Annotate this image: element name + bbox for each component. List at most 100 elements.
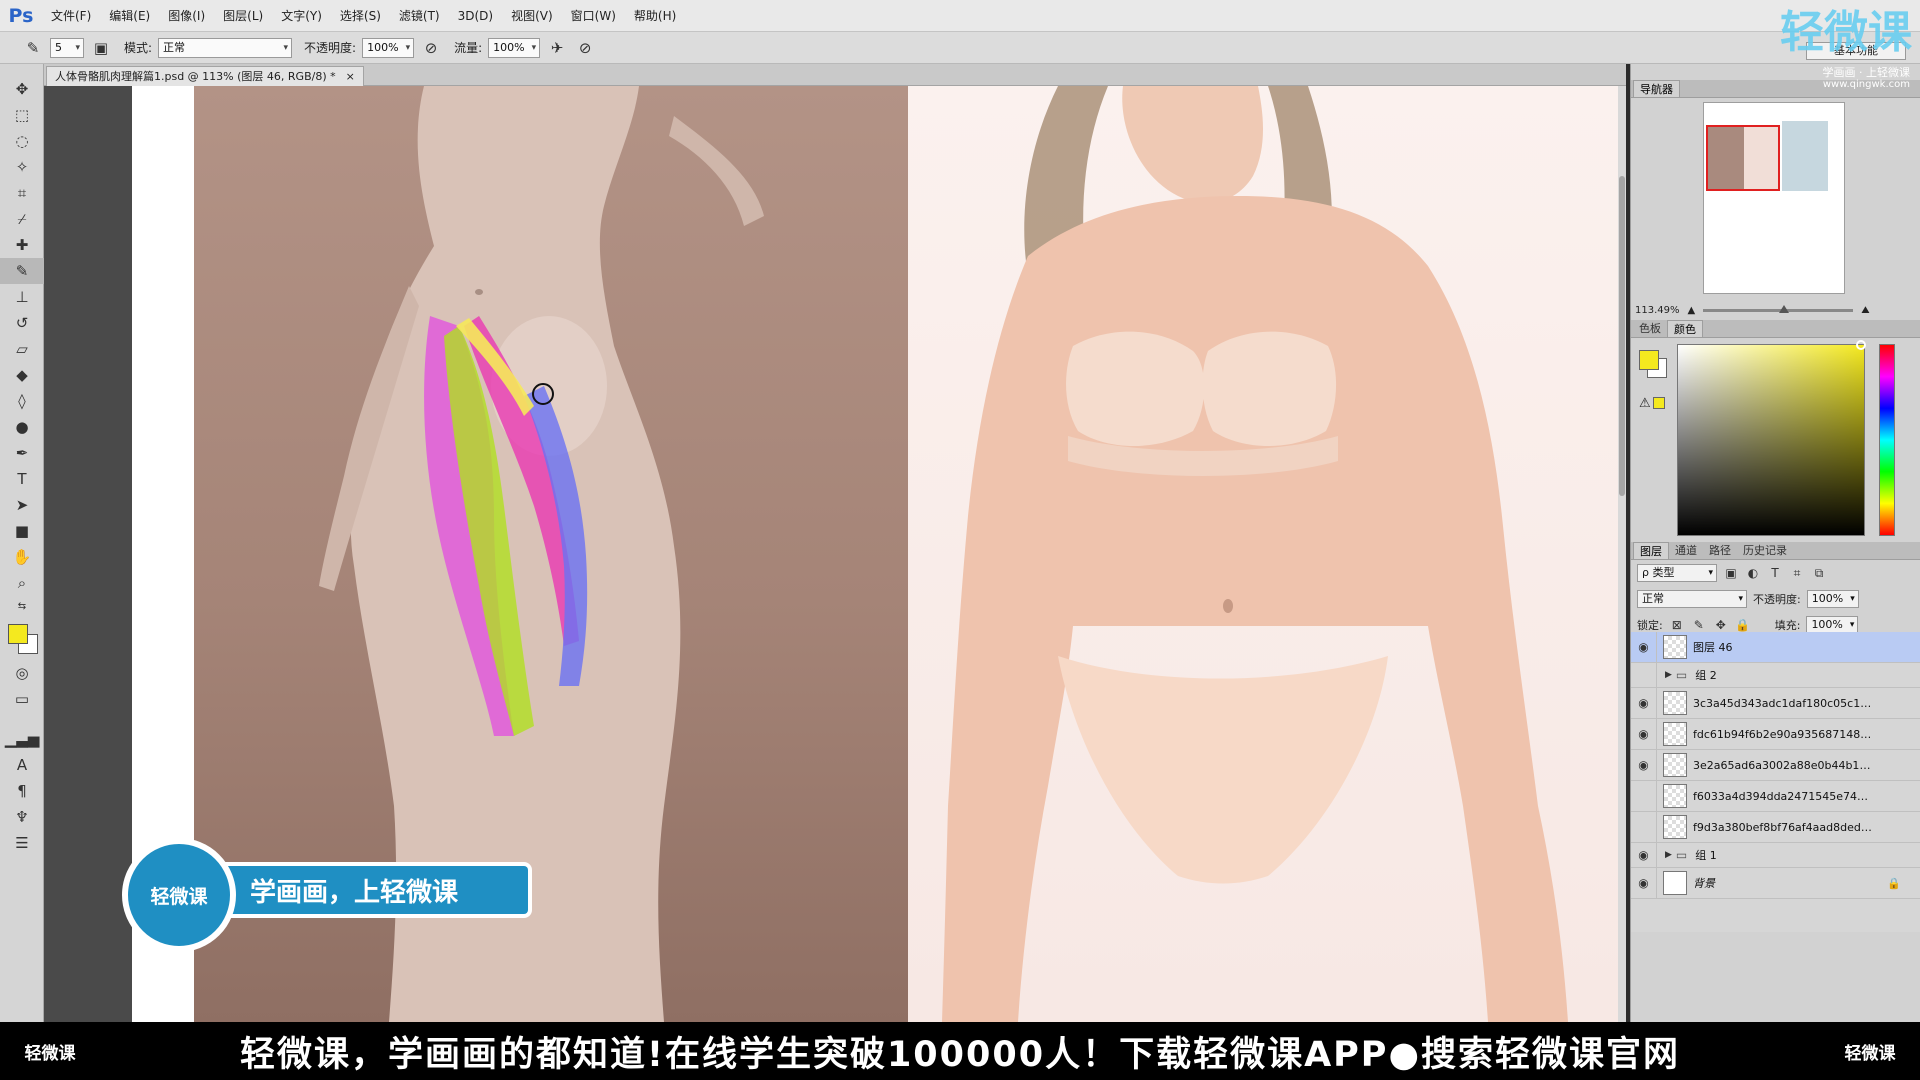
zoom-tool-icon[interactable]: ⌕	[0, 570, 44, 596]
eyedropper-tool-icon[interactable]: ⌿	[0, 206, 44, 232]
lasso-tool-icon[interactable]: ◌	[0, 128, 44, 154]
menu-3d[interactable]: 3D(D)	[449, 0, 502, 32]
layer-row[interactable]: ◉ fdc61b94f6b2e90a935687148186c...	[1631, 719, 1920, 750]
layer-row[interactable]: ◉ 图层 46	[1631, 632, 1920, 663]
navigator-view-box[interactable]	[1706, 125, 1780, 191]
warning-icon[interactable]: ⚠	[1639, 396, 1651, 411]
layer-group-row[interactable]: ◉ ▶ ▭ 组 1	[1631, 843, 1920, 868]
layer-group-row[interactable]: ▶ ▭ 组 2	[1631, 663, 1920, 688]
color-picker-ring[interactable]	[1856, 340, 1866, 350]
quick-select-tool-icon[interactable]: ✧	[0, 154, 44, 180]
zoom-out-icon[interactable]: ▲	[1688, 305, 1696, 316]
menu-help[interactable]: 帮助(H)	[625, 0, 685, 32]
tool-presets-panel-icon[interactable]: ☰	[0, 830, 44, 856]
opacity-input[interactable]: 100%	[362, 37, 415, 58]
canvas-scrollbar-thumb[interactable]	[1619, 176, 1625, 496]
visibility-eye-icon[interactable]: ◉	[1631, 719, 1657, 749]
visibility-empty-icon[interactable]	[1631, 781, 1657, 811]
type-tool-icon[interactable]: T	[0, 466, 44, 492]
visibility-eye-icon[interactable]: ◉	[1631, 688, 1657, 718]
filter-type-icon[interactable]: T	[1767, 566, 1783, 580]
filter-adjustment-icon[interactable]: ◐	[1745, 566, 1761, 580]
visibility-eye-icon[interactable]: ◉	[1631, 632, 1657, 662]
layer-row-background[interactable]: ◉ 背景 🔒	[1631, 868, 1920, 899]
color-panel-foreground-swatch[interactable]	[1639, 350, 1659, 370]
crop-tool-icon[interactable]: ⌗	[0, 180, 44, 206]
tab-layers[interactable]: 图层	[1633, 542, 1669, 559]
layer-row[interactable]: f9d3a380bef8bf76af4aad8dedcd75...	[1631, 812, 1920, 843]
visibility-empty-icon[interactable]	[1631, 663, 1657, 687]
screen-mode-icon[interactable]: ▭	[0, 686, 44, 712]
brush-tool-icon[interactable]: ✎	[0, 258, 44, 284]
brush-size-picker[interactable]: 5	[50, 37, 84, 58]
layer-opacity-input[interactable]: 100%	[1806, 590, 1859, 608]
paint-bucket-tool-icon[interactable]: ◆	[0, 362, 44, 388]
menu-edit[interactable]: 编辑(E)	[100, 0, 159, 32]
layer-filter-select[interactable]: ρ 类型	[1637, 564, 1717, 582]
tab-channels[interactable]: 通道	[1669, 542, 1703, 559]
layer-row[interactable]: f6033a4d394dda2471545e74cd7dc...	[1631, 781, 1920, 812]
zoom-in-icon[interactable]: ⛰	[1861, 305, 1869, 316]
layer-row[interactable]: ◉ 3e2a65ad6a3002a88e0b44b13b63...	[1631, 750, 1920, 781]
move-tool-icon[interactable]: ✥	[0, 76, 44, 102]
brush-preset-icon[interactable]: ✎	[22, 37, 44, 59]
gamut-warning-swatch[interactable]	[1653, 397, 1665, 409]
color-picker-field[interactable]	[1677, 340, 1866, 536]
paragraph-panel-icon[interactable]: ¶	[0, 778, 44, 804]
filter-pixel-icon[interactable]: ▣	[1723, 566, 1739, 580]
lock-transparent-icon[interactable]: ⊠	[1669, 618, 1685, 632]
expand-triangle-icon[interactable]: ▶	[1665, 670, 1672, 680]
close-icon[interactable]: ×	[346, 67, 355, 86]
histogram-panel-icon[interactable]: ▁▃▅	[0, 726, 44, 752]
blur-tool-icon[interactable]: ◊	[0, 388, 44, 414]
foreground-color-swatch[interactable]	[8, 624, 28, 644]
filter-shape-icon[interactable]: ⌗	[1789, 566, 1805, 581]
clone-stamp-tool-icon[interactable]: ⊥	[0, 284, 44, 310]
menu-image[interactable]: 图像(I)	[159, 0, 214, 32]
menu-type[interactable]: 文字(Y)	[272, 0, 331, 32]
menu-window[interactable]: 窗口(W)	[562, 0, 625, 32]
layer-row[interactable]: ◉ 3c3a45d343adc1daf180c05c18c5fc...	[1631, 688, 1920, 719]
menu-layer[interactable]: 图层(L)	[214, 0, 272, 32]
pen-tool-icon[interactable]: ✒	[0, 440, 44, 466]
pressure-opacity-icon[interactable]: ⊘	[420, 37, 442, 59]
tab-paths[interactable]: 路径	[1703, 542, 1737, 559]
character-panel-icon[interactable]: A	[0, 752, 44, 778]
tab-color[interactable]: 颜色	[1667, 320, 1703, 337]
swap-colors-icon[interactable]: ⇆	[0, 596, 44, 616]
hue-slider[interactable]	[1879, 344, 1895, 536]
canvas-area[interactable]: 轻微课 学画画，上轻微课	[44, 86, 1626, 1022]
lock-image-icon[interactable]: ✎	[1691, 618, 1707, 632]
canvas-vertical-scrollbar[interactable]	[1618, 86, 1626, 1022]
airbrush-icon[interactable]: ✈	[546, 37, 568, 59]
pressure-size-icon[interactable]: ⊘	[574, 37, 596, 59]
menu-select[interactable]: 选择(S)	[331, 0, 390, 32]
visibility-eye-icon[interactable]: ◉	[1631, 843, 1657, 867]
visibility-empty-icon[interactable]	[1631, 812, 1657, 842]
expand-triangle-icon[interactable]: ▶	[1665, 850, 1672, 860]
navigator-thumbnail[interactable]	[1703, 102, 1845, 294]
visibility-eye-icon[interactable]: ◉	[1631, 868, 1657, 898]
lock-position-icon[interactable]: ✥	[1713, 618, 1729, 632]
mode-select[interactable]: 正常	[158, 37, 293, 58]
zoom-slider-knob[interactable]	[1779, 304, 1790, 313]
rectangle-tool-icon[interactable]: ■	[0, 518, 44, 544]
path-select-tool-icon[interactable]: ➤	[0, 492, 44, 518]
hand-tool-icon[interactable]: ✋	[0, 544, 44, 570]
dodge-tool-icon[interactable]: ●	[0, 414, 44, 440]
healing-brush-tool-icon[interactable]: ✚	[0, 232, 44, 258]
lock-all-icon[interactable]: 🔒	[1735, 618, 1751, 632]
layer-blend-mode-select[interactable]: 正常	[1637, 590, 1747, 608]
menu-view[interactable]: 视图(V)	[502, 0, 562, 32]
history-brush-tool-icon[interactable]: ↺	[0, 310, 44, 336]
tab-swatches[interactable]: 色板	[1633, 320, 1667, 337]
eraser-tool-icon[interactable]: ▱	[0, 336, 44, 362]
marquee-tool-icon[interactable]: ⬚	[0, 102, 44, 128]
brush-panel-toggle-icon[interactable]: ▣	[90, 37, 112, 59]
workspace-switcher[interactable]: 基本功能	[1806, 42, 1906, 60]
filter-smart-object-icon[interactable]: ⧉	[1811, 566, 1827, 581]
flow-input[interactable]: 100%	[488, 37, 541, 58]
menu-file[interactable]: 文件(F)	[42, 0, 100, 32]
tab-history[interactable]: 历史记录	[1737, 542, 1793, 559]
navigator-zoom-slider[interactable]	[1703, 304, 1854, 313]
